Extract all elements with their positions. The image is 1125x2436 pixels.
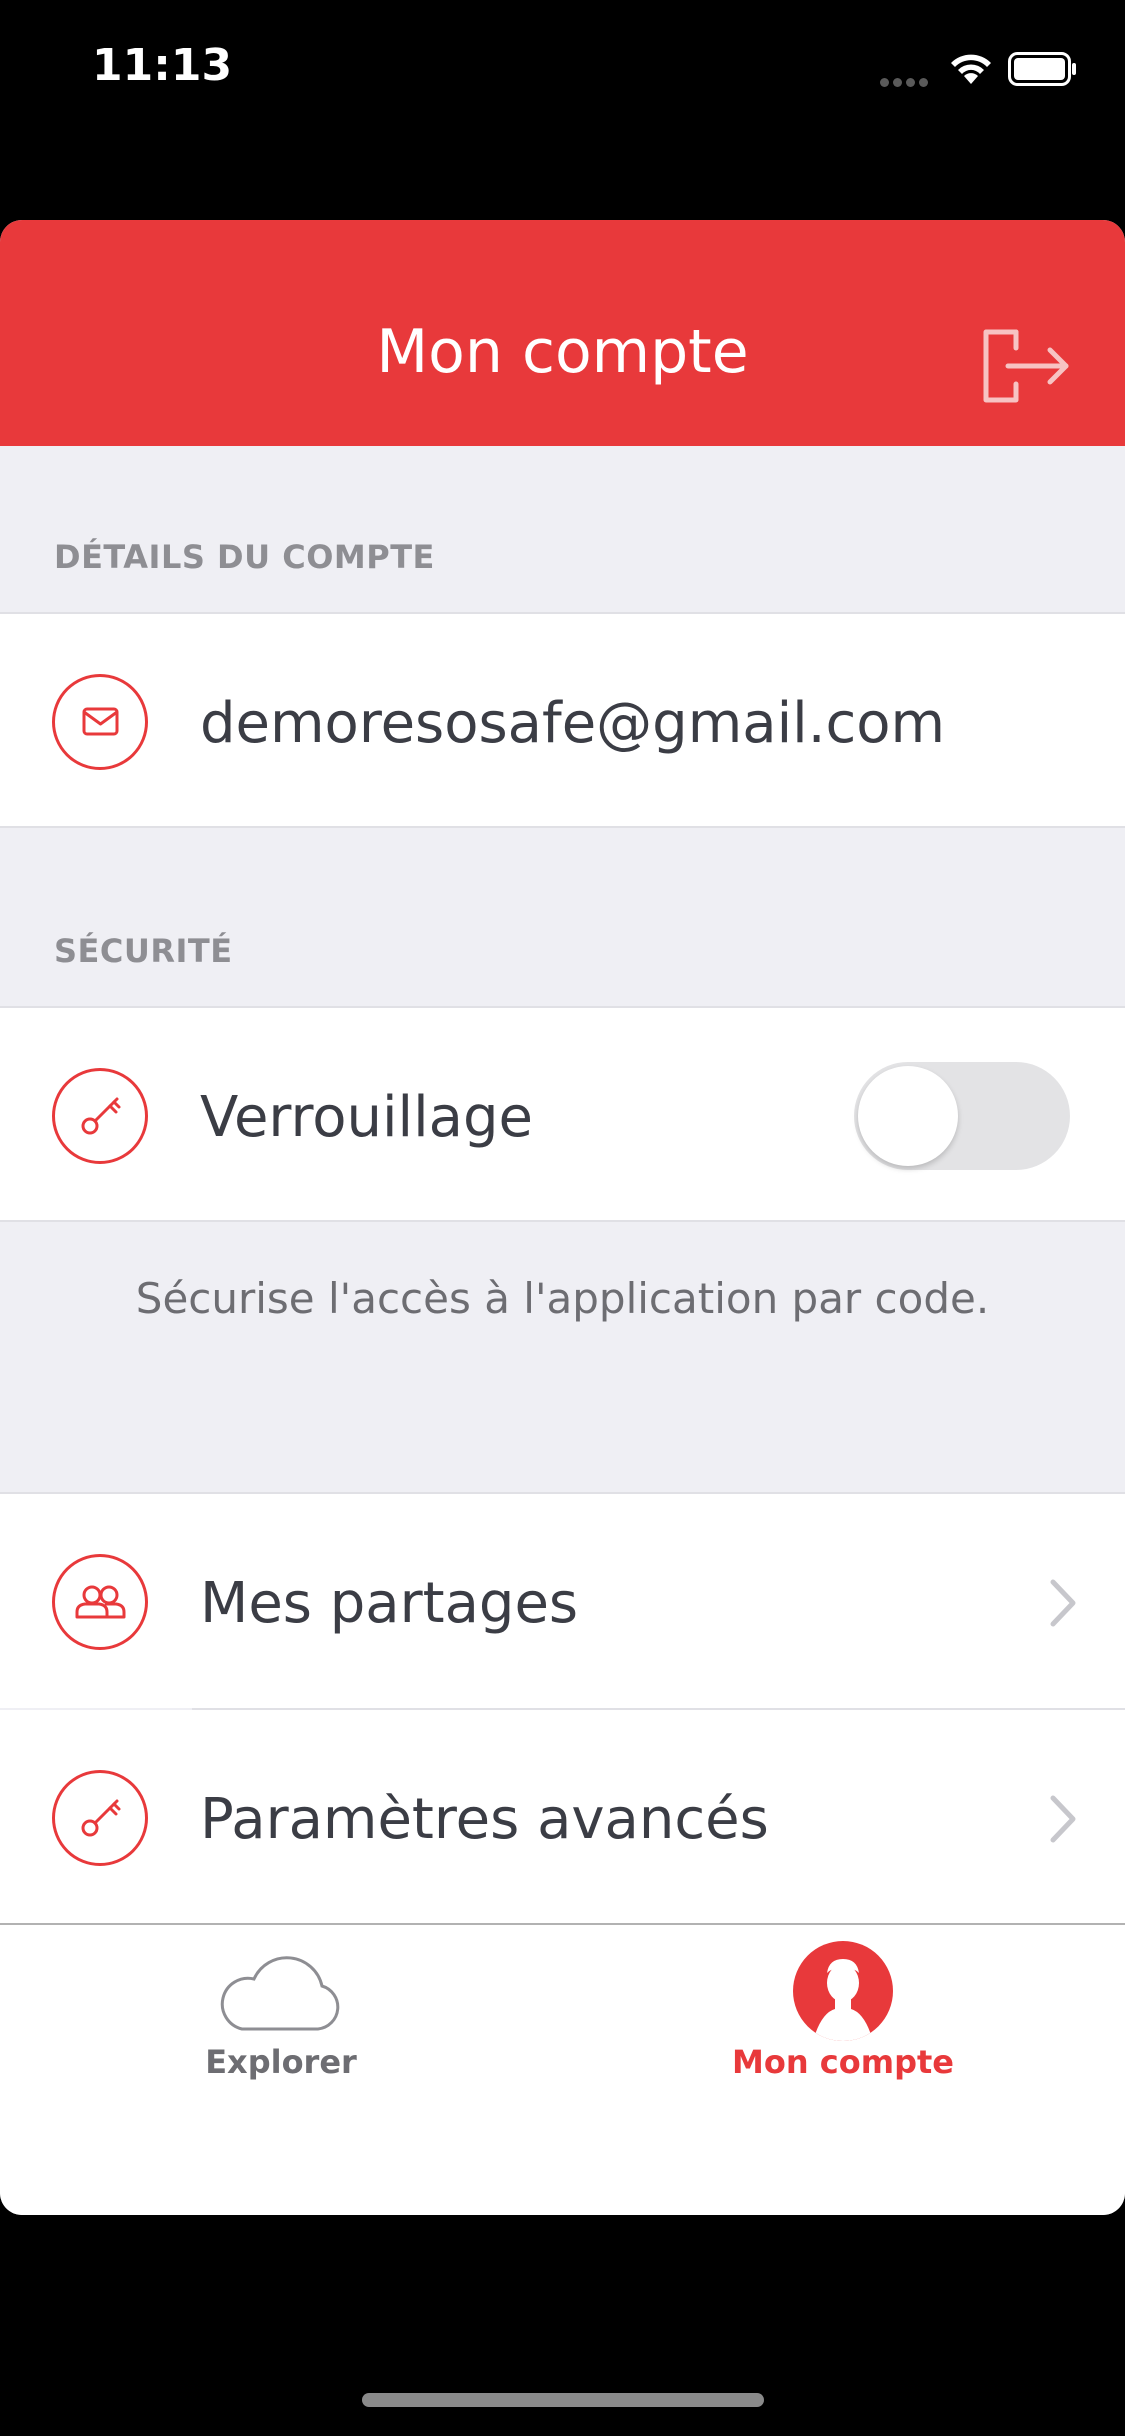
tab-explorer[interactable]: Explorer <box>0 1925 562 2125</box>
users-icon <box>52 1554 148 1650</box>
shares-label: Mes partages <box>200 1571 579 1636</box>
lock-footer: Sécurise l'accès à l'application par cod… <box>135 1274 990 1323</box>
tab-explorer-label: Explorer <box>205 2043 357 2081</box>
page-title: Mon compte <box>376 317 749 387</box>
section-header-security: SÉCURITÉ <box>54 932 233 970</box>
toggle-knob <box>858 1066 958 1166</box>
section-header-account: DÉTAILS DU COMPTE <box>54 538 435 576</box>
status-time: 11:13 <box>92 40 233 91</box>
battery-icon <box>1008 52 1076 86</box>
mail-icon <box>52 674 148 770</box>
email-value: demoresosafe@gmail.com <box>200 691 946 756</box>
key-icon <box>52 1770 148 1866</box>
cloud-icon <box>220 1956 340 2031</box>
user-icon <box>793 1941 893 2041</box>
tab-account-label: Mon compte <box>732 2043 954 2081</box>
logout-icon[interactable] <box>980 326 1072 406</box>
nav-bar: Mon compte <box>0 220 1125 446</box>
lock-label: Verrouillage <box>200 1085 533 1150</box>
advanced-settings-label: Paramètres avancés <box>200 1787 769 1852</box>
home-indicator <box>362 2393 764 2407</box>
lock-row: Verrouillage <box>0 1006 1125 1222</box>
lock-toggle[interactable] <box>854 1062 1070 1170</box>
status-bar: 11:13 <box>0 0 1125 140</box>
chevron-right-icon <box>1050 1579 1076 1627</box>
tab-bar: Explorer Mon compte <box>0 1923 1125 2215</box>
signal-icon <box>880 74 932 87</box>
wifi-icon <box>951 54 991 84</box>
chevron-right-icon <box>1050 1795 1076 1843</box>
shares-row[interactable]: Mes partages <box>0 1492 1125 1708</box>
tab-account[interactable]: Mon compte <box>562 1925 1124 2125</box>
email-row: demoresosafe@gmail.com <box>0 612 1125 828</box>
advanced-settings-row[interactable]: Paramètres avancés <box>0 1710 1125 1923</box>
account-screen: Mon compte DÉTAILS DU COMPTE demoresosaf… <box>0 220 1125 2215</box>
key-icon <box>52 1068 148 1164</box>
